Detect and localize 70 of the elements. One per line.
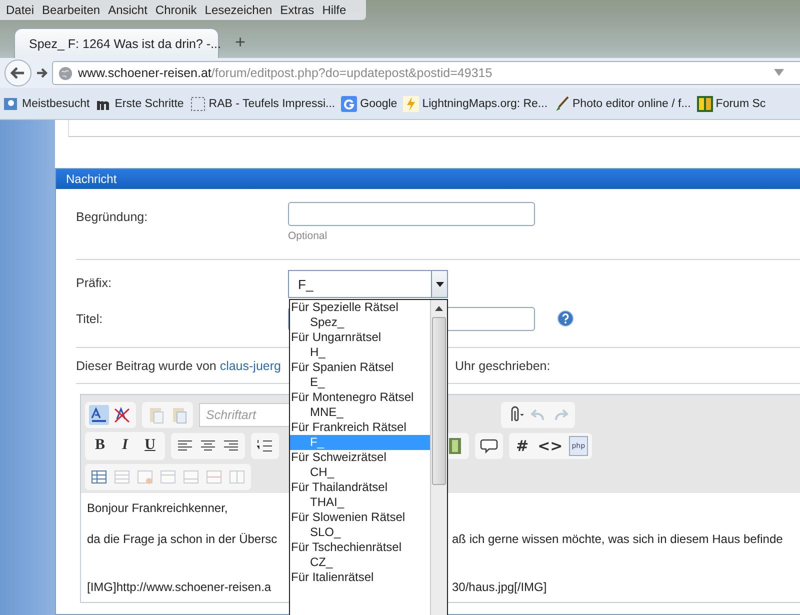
- bookmark[interactable]: Meistbesucht: [3, 96, 90, 112]
- editor-text: 30/haus.jpg[/IMG]: [452, 580, 547, 594]
- url-text: www.schoener-reisen.at/forum/editpost.php?do=updatepost&postid=49315: [78, 66, 494, 80]
- field-label: Titel:: [76, 311, 104, 326]
- option-group-label: Für Italienrätsel: [290, 570, 375, 585]
- letter-g-icon: [341, 96, 358, 112]
- option-group-label: Für Slowenien Rätsel: [290, 510, 406, 525]
- dropdown-option[interactable]: SLO_: [290, 525, 430, 540]
- format-button[interactable]: B: [89, 434, 111, 456]
- option-group-label: Für Spanien Rätsel: [290, 360, 395, 375]
- author-note-text: Uhr geschrieben:: [455, 358, 550, 372]
- address-bar[interactable]: www.schoener-reisen.at/forum/editpost.php?do=updatepost&postid=49315: [52, 61, 800, 85]
- option-group-label: Für Tschechienrätsel: [290, 540, 402, 555]
- caret-icon: [436, 282, 444, 286]
- dropdown-option[interactable]: H_: [290, 345, 430, 360]
- site-logo-icon: [696, 96, 713, 112]
- field-label: Präfix:: [76, 275, 112, 292]
- dropdown-arrow-icon[interactable]: [774, 69, 784, 77]
- text-color-icon[interactable]: [89, 404, 109, 424]
- dropdown-option[interactable]: E_: [290, 375, 430, 390]
- option-group-label: Für Spezielle Rätsel: [290, 300, 400, 315]
- bookmark-folder-icon: [3, 96, 19, 112]
- bookmark[interactable]: RAB - Teufels Impressi...: [190, 96, 336, 112]
- bookmark[interactable]: Photo editor online / f...: [554, 96, 691, 112]
- reason-input[interactable]: [288, 202, 535, 226]
- brush-icon: [554, 96, 570, 112]
- menu-item[interactable]: Hilfe: [318, 3, 350, 17]
- new-tab-button[interactable]: +: [235, 32, 246, 53]
- editor-text: aß ich gerne wissen möchte, was sich in diesem Haus befinde: [452, 532, 783, 546]
- scroll-up-icon[interactable]: [435, 306, 443, 311]
- scroll-thumb[interactable]: [432, 317, 446, 485]
- code-button[interactable]: #: [513, 436, 532, 454]
- author-note-text: Dieser Beitrag wurde von claus-juerg: [76, 358, 281, 372]
- option-group-label: Für Thailandrätsel: [290, 480, 388, 495]
- editor-text: Bonjour Frankreichkenner,: [87, 501, 228, 515]
- prefix-select[interactable]: F_: [288, 270, 448, 298]
- tab-title: Spez_ F: 1264 Was ist da drin? -...: [29, 36, 221, 50]
- dropdown-option[interactable]: CH_: [290, 465, 430, 480]
- bookmark[interactable]: Google: [341, 96, 398, 112]
- code-button[interactable]: <>: [534, 436, 566, 454]
- globe-icon: [58, 66, 73, 80]
- menu-item[interactable]: Lesezeichen: [200, 3, 276, 17]
- help-icon[interactable]: [557, 310, 574, 327]
- option-group-label: Für Montenegro Rätsel: [290, 390, 415, 405]
- menu-item[interactable]: Datei: [2, 3, 38, 17]
- remove-format-icon[interactable]: [112, 404, 132, 424]
- dropdown-option[interactable]: CZ_: [290, 555, 430, 570]
- format-button[interactable]: U: [139, 434, 161, 456]
- option-group-label: Für Ungarnrätsel: [290, 330, 382, 345]
- bookmark[interactable]: LightningMaps.org: Re...: [403, 96, 548, 112]
- menu-item[interactable]: Bearbeiten: [38, 3, 104, 17]
- editor-text: da die Frage ja schon in der Übersc: [87, 532, 278, 546]
- option-group-label: Für Schweizrätsel: [290, 450, 388, 465]
- blank-page-icon: [190, 96, 206, 112]
- lightning-icon: [403, 96, 420, 112]
- dropdown-option[interactable]: THAI_: [290, 495, 430, 510]
- author-link[interactable]: claus-juerg: [220, 358, 281, 372]
- dropdown-option[interactable]: Spez_: [290, 315, 430, 330]
- format-button[interactable]: I: [114, 434, 136, 456]
- bookmark[interactable]: Erste Schritte: [96, 96, 184, 112]
- menu-item[interactable]: Extras: [276, 3, 318, 17]
- panel-header: Nachricht: [56, 169, 800, 189]
- editor-text: [IMG]http://www.schoener-reisen.a: [87, 580, 272, 594]
- menu-item[interactable]: Chronik: [151, 3, 201, 17]
- field-hint: Optional: [288, 230, 328, 242]
- menu-item[interactable]: Ansicht: [104, 3, 152, 17]
- scrollbar[interactable]: [430, 300, 447, 615]
- bookmark[interactable]: Forum Sc: [696, 96, 766, 112]
- field-label: Begründung:: [76, 209, 149, 226]
- browser-tab[interactable]: Spez_ F: 1264 Was ist da drin? -...: [14, 28, 219, 58]
